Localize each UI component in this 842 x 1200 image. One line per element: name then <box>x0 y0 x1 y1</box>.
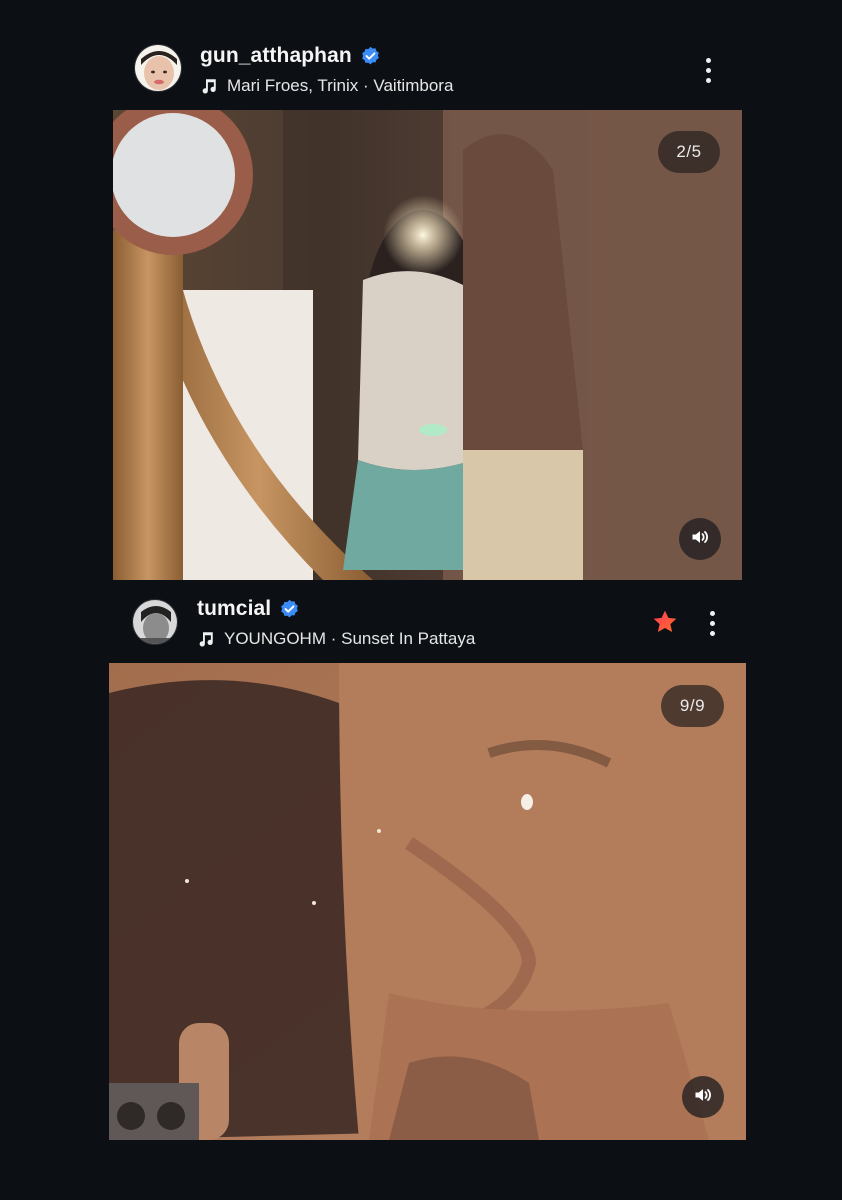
music-note-icon <box>200 77 218 95</box>
post-media[interactable]: 2/5 <box>113 110 742 580</box>
sound-toggle-button[interactable] <box>682 1076 724 1118</box>
sound-toggle-button[interactable] <box>679 518 721 560</box>
music-attribution[interactable]: YOUNGOHM · Sunset In Pattaya <box>197 628 475 650</box>
feed-post: gun_atthaphan Mari Froes, Trinix · Vaiti… <box>0 0 842 585</box>
post-media[interactable]: 9/9 <box>109 663 746 1140</box>
more-vertical-icon <box>709 610 715 616</box>
music-attribution[interactable]: Mari Froes, Trinix · Vaitimbora <box>200 75 453 97</box>
post-header-title: tumcial <box>197 596 300 622</box>
carousel-counter: 2/5 <box>658 131 720 173</box>
music-text: YOUNGOHM · Sunset In Pattaya <box>224 629 476 648</box>
verified-badge-icon <box>360 46 381 67</box>
speaker-icon <box>693 1085 713 1110</box>
more-options-button[interactable] <box>700 606 724 640</box>
speaker-icon <box>690 527 710 552</box>
post-photo <box>113 110 742 580</box>
star-icon <box>651 608 679 636</box>
feed-post: tumcial YOUNGOHM · Sunset In Pattaya 9/9 <box>0 585 842 1200</box>
more-options-button[interactable] <box>696 53 720 87</box>
post-header-title: gun_atthaphan <box>200 43 381 69</box>
more-vertical-icon <box>705 57 711 63</box>
music-text: Mari Froes, Trinix · Vaitimbora <box>227 76 454 95</box>
avatar[interactable] <box>134 44 182 92</box>
post-photo <box>109 663 746 1140</box>
username[interactable]: gun_atthaphan <box>200 44 352 68</box>
carousel-counter: 9/9 <box>661 685 724 727</box>
avatar[interactable] <box>132 599 178 645</box>
verified-badge-icon <box>279 599 300 620</box>
username[interactable]: tumcial <box>197 597 271 621</box>
music-note-icon <box>197 630 215 648</box>
